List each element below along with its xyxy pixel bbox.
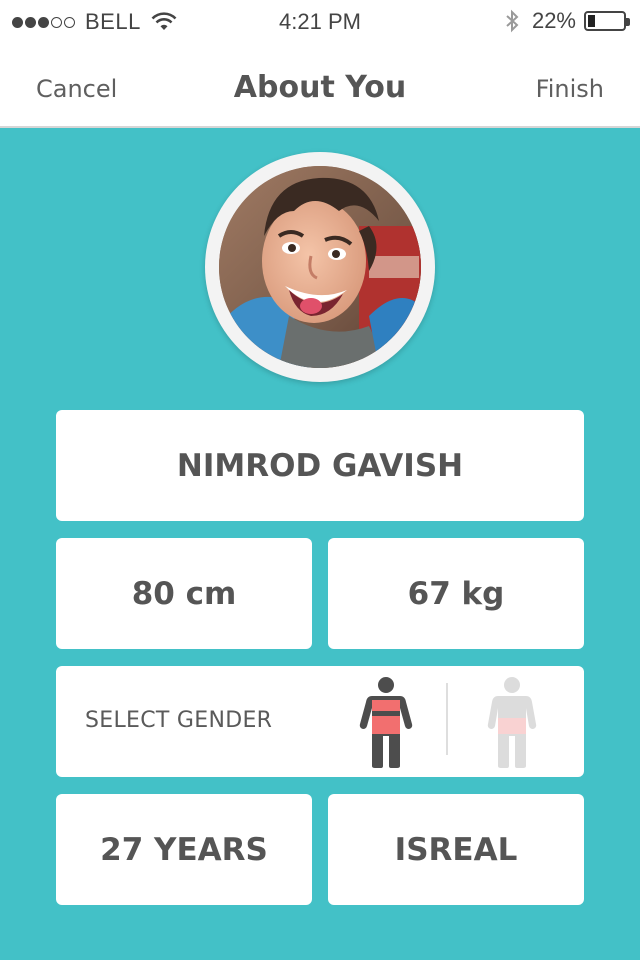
- age-field[interactable]: 27 YEARS: [56, 794, 312, 905]
- age-value: 27 YEARS: [100, 831, 268, 868]
- gender-label: SELECT GENDER: [85, 708, 273, 733]
- weight-field[interactable]: 67 kg: [328, 538, 584, 649]
- gender-divider: [446, 683, 448, 755]
- weight-value: 67 kg: [407, 575, 505, 612]
- finish-button[interactable]: Finish: [536, 75, 604, 103]
- name-field[interactable]: NIMROD GAVISH: [56, 410, 584, 521]
- status-right: 22%: [504, 8, 630, 34]
- profile-photo: [219, 166, 421, 368]
- battery-icon: [584, 11, 630, 31]
- country-field[interactable]: ISREAL: [328, 794, 584, 905]
- bluetooth-icon: [506, 9, 519, 33]
- female-figure-icon: [487, 677, 537, 768]
- navigation-bar: Cancel About You Finish: [0, 46, 640, 128]
- height-field[interactable]: 80 cm: [56, 538, 312, 649]
- female-option-button[interactable]: [484, 676, 540, 768]
- name-value: NIMROD GAVISH: [176, 447, 464, 484]
- avatar-frame[interactable]: [205, 152, 435, 382]
- male-figure-icon: [359, 677, 413, 768]
- status-bar: BELL 4:21 PM 22%: [0, 0, 640, 46]
- male-option-button[interactable]: [358, 676, 414, 768]
- avatar[interactable]: [219, 166, 421, 368]
- battery-percent: 22%: [531, 8, 576, 33]
- country-value: ISREAL: [394, 831, 518, 868]
- battery-level: [588, 15, 595, 27]
- gender-selector: SELECT GENDER: [56, 666, 584, 777]
- height-value: 80 cm: [131, 575, 237, 612]
